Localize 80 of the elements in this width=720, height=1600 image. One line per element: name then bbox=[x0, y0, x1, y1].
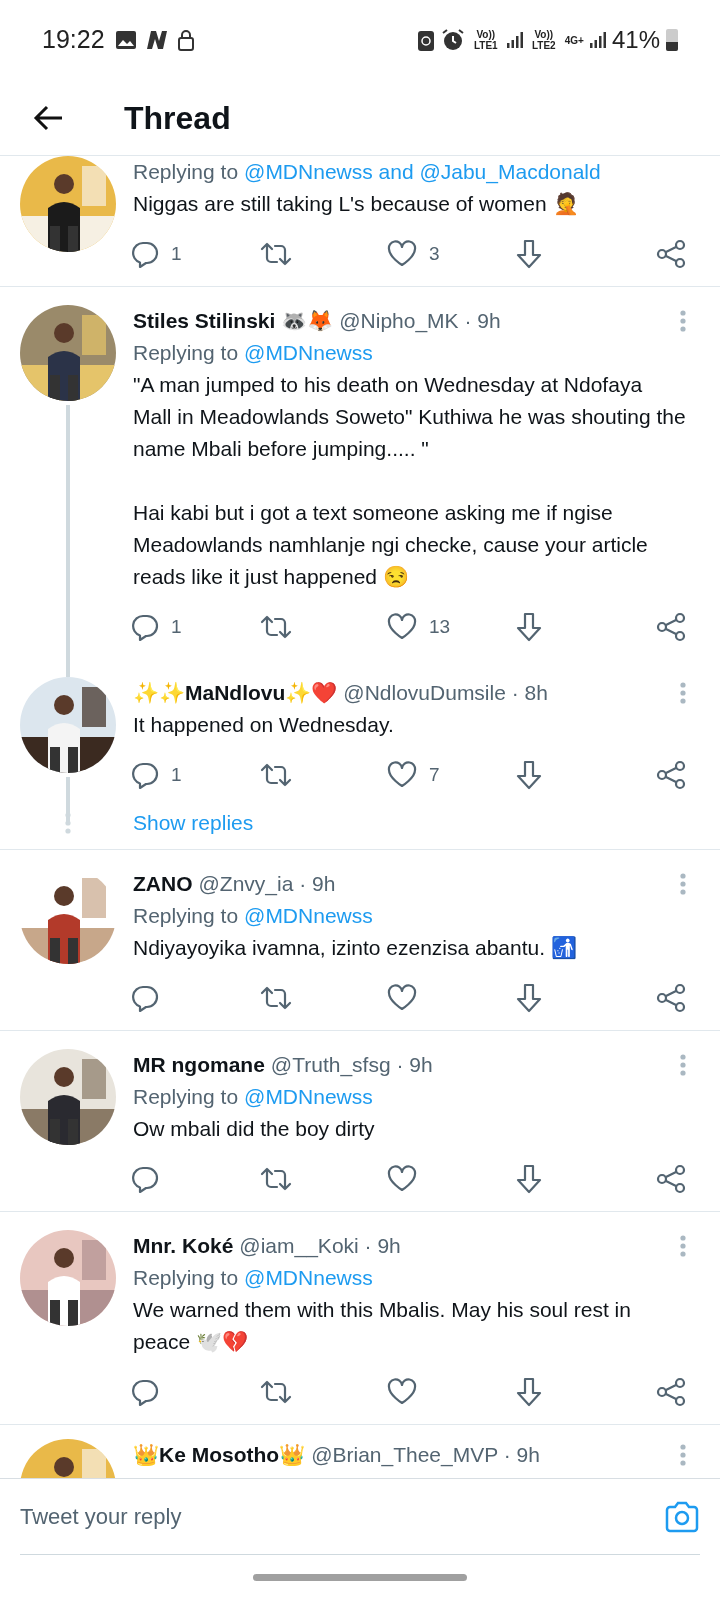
user-handle: @iam__Koki · 9h bbox=[239, 1232, 401, 1260]
heart-icon[interactable] bbox=[387, 613, 417, 641]
tweet-text: Niggas are still taking L's because of women 🤦 bbox=[133, 191, 580, 218]
user-name: ZANO bbox=[133, 870, 193, 897]
replying-label: Replying to bbox=[133, 159, 239, 185]
tweet-text: Ndiyayoyika ivamna, izinto ezenzisa abantu. 🚮 bbox=[133, 934, 578, 961]
signal-icon bbox=[506, 31, 523, 49]
user-handle: @Nipho_MK · 9h bbox=[339, 308, 501, 335]
user-handle: @NdlovuDumsile · 8h bbox=[343, 680, 548, 707]
replying-label: Replying to bbox=[133, 1083, 239, 1110]
app-logo-icon bbox=[144, 30, 169, 50]
network-label: Vo)) LTE2 bbox=[530, 29, 557, 51]
mention-link[interactable]: @MDNnewss bbox=[244, 337, 373, 369]
download-arrow-icon[interactable] bbox=[515, 760, 543, 790]
comment-icon[interactable] bbox=[131, 983, 159, 1012]
user-handle: @Znvy_ia · 9h bbox=[198, 870, 336, 898]
share-icon[interactable] bbox=[656, 239, 686, 269]
battery-saver-icon bbox=[416, 28, 435, 52]
user-handle: @Brian_Thee_MVP · 9h bbox=[311, 1441, 540, 1469]
tweet-text: Ow mbali did the boy dirty bbox=[133, 1115, 376, 1142]
download-arrow-icon[interactable] bbox=[515, 239, 543, 269]
tweet-text: "A man jumped to his death on Wednesday at Ndofaya Mall in Meadowlands Soweto" Kuthiwa he was shouting the name Mbali before jumping..... " Hai kabi but i got a text someone asking me if ngise Meadowlands namhlanje ngi checke, cause your article reads like it just happened 😒 bbox=[133, 372, 686, 590]
share-icon[interactable] bbox=[656, 1163, 686, 1194]
battery-icon bbox=[666, 29, 678, 51]
share-icon[interactable] bbox=[656, 1376, 686, 1407]
tweet-text: It happened on Wednesday. bbox=[133, 712, 395, 738]
heart-icon[interactable] bbox=[387, 761, 417, 789]
tweet-text: We warned them with this Mbalis. May his soul rest in peace 🕊💔 bbox=[133, 1296, 632, 1355]
reply-field[interactable]: Tweet your reply bbox=[20, 1500, 664, 1533]
share-icon[interactable] bbox=[656, 612, 686, 642]
show-replies-link[interactable]: Show replies bbox=[133, 807, 254, 839]
camera-icon[interactable] bbox=[664, 1500, 700, 1533]
comment-icon[interactable] bbox=[131, 761, 159, 789]
clock-time: 19:22 bbox=[42, 24, 105, 56]
mention-link[interactable]: @MDNnewss bbox=[244, 899, 373, 932]
mention-link[interactable]: @MDNnewss bbox=[244, 1080, 373, 1113]
replying-label: Replying to bbox=[133, 1264, 239, 1291]
heart-icon[interactable] bbox=[387, 1164, 417, 1193]
count-label: 1 bbox=[171, 614, 182, 639]
data-label: 4G+ bbox=[564, 33, 584, 48]
share-icon[interactable] bbox=[656, 760, 686, 790]
user-name: Stiles Stilinski 🦝🦊 bbox=[133, 308, 334, 335]
share-icon[interactable] bbox=[656, 982, 686, 1013]
replying-label: Replying to bbox=[133, 902, 239, 929]
comment-icon[interactable] bbox=[131, 240, 159, 268]
count-label: 1 bbox=[171, 241, 182, 266]
user-handle: @Truth_sfsg · 9h bbox=[270, 1051, 433, 1079]
user-name: Mnr. Koké bbox=[133, 1232, 234, 1259]
comment-icon[interactable] bbox=[131, 613, 159, 641]
download-arrow-icon[interactable] bbox=[515, 982, 543, 1013]
retweet-icon[interactable] bbox=[259, 613, 293, 641]
retweet-icon[interactable] bbox=[259, 240, 293, 268]
download-arrow-icon[interactable] bbox=[515, 1163, 543, 1194]
network-label: Vo)) LTE1 bbox=[472, 29, 499, 51]
user-name: ✨✨MaNdlovu✨❤ bbox=[133, 680, 338, 707]
comment-icon[interactable] bbox=[131, 1164, 159, 1193]
retweet-icon[interactable] bbox=[259, 761, 293, 789]
count-label: 7 bbox=[429, 762, 440, 787]
count-label: 1 bbox=[171, 762, 182, 787]
signal-icon bbox=[589, 31, 606, 49]
heart-icon[interactable] bbox=[387, 983, 417, 1012]
replying-label: Replying to bbox=[133, 340, 239, 366]
back-arrow-icon[interactable] bbox=[32, 103, 64, 132]
heart-icon[interactable] bbox=[387, 1377, 417, 1406]
download-arrow-icon[interactable] bbox=[515, 1376, 543, 1407]
mention-link[interactable]: @MDNnewss bbox=[244, 1261, 373, 1294]
comment-icon[interactable] bbox=[131, 1377, 159, 1406]
battery-percent: 41% bbox=[611, 25, 660, 55]
image-icon bbox=[114, 30, 137, 50]
download-arrow-icon[interactable] bbox=[515, 612, 543, 642]
lock-icon bbox=[176, 29, 195, 51]
count-label: 3 bbox=[429, 241, 440, 266]
page-title: Thread bbox=[124, 98, 231, 138]
user-name: MR ngomane bbox=[133, 1051, 265, 1078]
more-dots-icon bbox=[65, 811, 71, 834]
mention-link[interactable]: @MDNnewss and @Jabu_Macdonald bbox=[244, 156, 601, 188]
heart-icon[interactable] bbox=[387, 240, 417, 268]
count-label: 13 bbox=[429, 614, 451, 639]
user-name: 👑Ke Mosotho👑 bbox=[133, 1441, 306, 1468]
alarm-icon bbox=[440, 28, 465, 52]
